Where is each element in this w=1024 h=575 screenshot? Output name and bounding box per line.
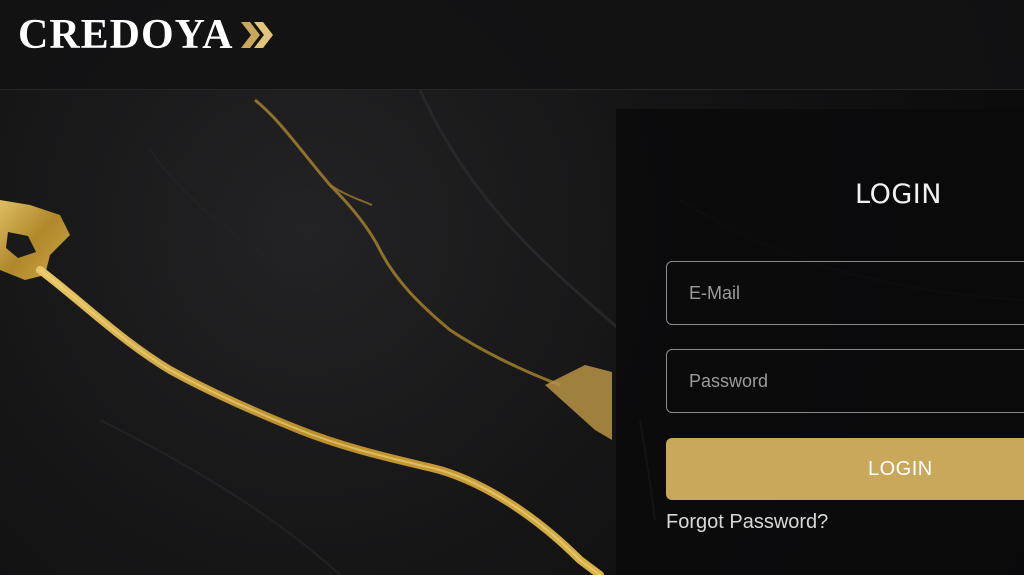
password-field[interactable] xyxy=(666,349,1024,413)
top-bar: CREDOYA xyxy=(0,0,1024,90)
brand-logo[interactable]: CREDOYA xyxy=(18,14,275,56)
login-title: LOGIN xyxy=(855,179,942,210)
email-field[interactable] xyxy=(666,261,1024,325)
login-button[interactable]: LOGIN xyxy=(666,438,1024,500)
logo-text: CREDOYA xyxy=(18,12,234,58)
login-page: CREDOYA LOGIN LOGIN Forgot Password? xyxy=(0,0,1024,575)
login-panel: LOGIN LOGIN Forgot Password? xyxy=(616,109,1024,575)
forgot-password-link[interactable]: Forgot Password? xyxy=(666,511,828,534)
double-chevron-right-icon xyxy=(241,22,274,48)
